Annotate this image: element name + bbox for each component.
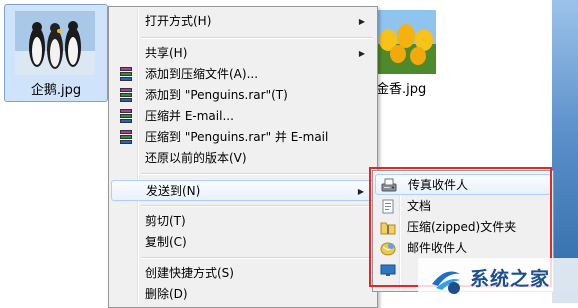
menu-item-label: 还原以前的版本(V): [145, 151, 247, 165]
fax-icon: [381, 178, 397, 193]
watermark-text: 系统之家: [470, 268, 551, 290]
menu-item-open-with[interactable]: 打开方式(H) ▶: [111, 11, 375, 32]
menu-item-cut[interactable]: 剪切(T): [111, 211, 375, 232]
submenu-item-label: 文档: [407, 199, 432, 213]
submenu-arrow-icon: ▶: [358, 17, 365, 26]
file-item-tulips[interactable]: 金香.jpg: [376, 4, 446, 100]
submenu-item-label: 邮件收件人: [407, 241, 468, 255]
menu-item-delete[interactable]: 删除(D): [111, 284, 375, 305]
menu-item-restore-previous-versions[interactable]: 还原以前的版本(V): [111, 148, 375, 169]
context-menu: 打开方式(H) ▶ 共享(H) ▶ 添加到压缩文件(A)... 添加到 "Pen…: [108, 6, 378, 308]
menu-separator: [141, 257, 373, 259]
menu-item-add-to-archive[interactable]: 添加到压缩文件(A)...: [111, 64, 375, 85]
menu-item-label: 创建快捷方式(S): [145, 266, 234, 280]
submenu-item-label: 传真收件人: [408, 178, 469, 192]
documents-icon: [380, 199, 396, 214]
submenu-arrow-icon: ▶: [358, 49, 365, 58]
menu-item-label: 删除(D): [145, 287, 188, 301]
menu-item-label: 压缩到 "Penguins.rar" 并 E-mail: [145, 130, 329, 144]
menu-item-label: 添加到 "Penguins.rar"(T): [145, 88, 288, 102]
file-item-penguins[interactable]: 企鹅.jpg: [4, 4, 108, 102]
menu-item-copy[interactable]: 复制(C): [111, 232, 375, 253]
submenu-arrow-icon: ▶: [357, 187, 364, 196]
winrar-icon: [119, 109, 133, 124]
tulips-thumbnail: [376, 10, 436, 74]
zip-folder-icon: [380, 220, 396, 235]
menu-item-label: 复制(C): [145, 235, 187, 249]
menu-item-label: 压缩并 E-mail...: [145, 109, 234, 123]
submenu-item-documents[interactable]: 文档: [375, 196, 551, 217]
submenu-item-compressed-folder[interactable]: 压缩(zipped)文件夹: [375, 217, 551, 238]
submenu-item-mail-recipient[interactable]: 邮件收件人: [375, 238, 551, 259]
menu-item-label: 发送到(N): [146, 184, 201, 198]
menu-item-create-shortcut[interactable]: 创建快捷方式(S): [111, 263, 375, 284]
menu-item-share[interactable]: 共享(H) ▶: [111, 43, 375, 64]
watermark: 系统之家: [418, 258, 578, 303]
menu-item-compress-to-penguins-rar-and-email[interactable]: 压缩到 "Penguins.rar" 并 E-mail: [111, 127, 375, 148]
desktop-icon: [380, 263, 396, 278]
menu-item-label: 剪切(T): [145, 214, 186, 228]
winrar-icon: [119, 88, 133, 103]
menu-item-label: 添加到压缩文件(A)...: [145, 67, 259, 81]
winrar-icon: [119, 67, 133, 82]
submenu-item-label: 压缩(zipped)文件夹: [407, 220, 517, 234]
menu-separator: [141, 173, 373, 175]
watermark-logo-icon: [432, 271, 460, 294]
file-name-label: 金香.jpg: [376, 82, 427, 97]
submenu-item-fax-recipient[interactable]: 传真收件人: [375, 174, 551, 195]
menu-separator: [141, 205, 373, 207]
menu-item-label: 打开方式(H): [145, 14, 212, 28]
menu-item-label: 共享(H): [145, 46, 188, 60]
mail-recipient-icon: [380, 241, 396, 256]
file-name-label: 企鹅.jpg: [30, 83, 82, 98]
winrar-icon: [119, 130, 133, 145]
menu-item-send-to[interactable]: 发送到(N) ▶: [111, 180, 375, 201]
menu-item-add-to-penguins-rar[interactable]: 添加到 "Penguins.rar"(T): [111, 85, 375, 106]
menu-item-compress-and-email[interactable]: 压缩并 E-mail...: [111, 106, 375, 127]
penguins-thumbnail: [15, 11, 95, 75]
menu-separator: [141, 37, 373, 39]
